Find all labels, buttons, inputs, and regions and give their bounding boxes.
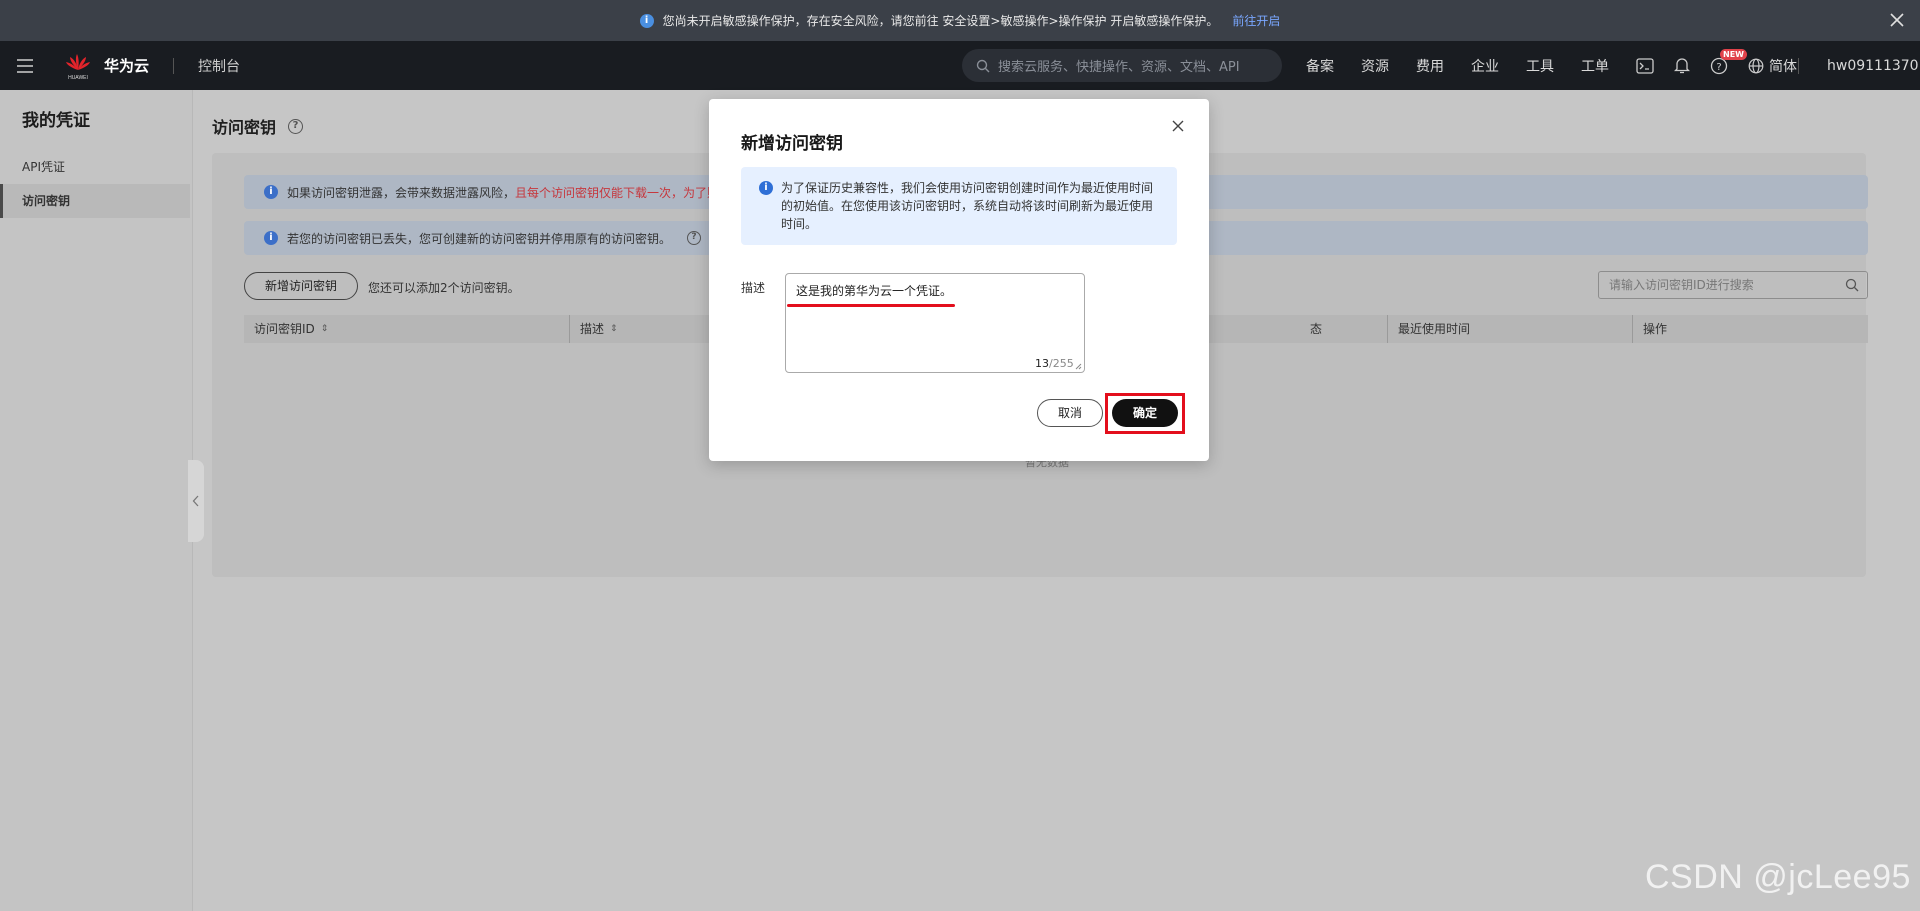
- search-placeholder: 搜索云服务、快捷操作、资源、文档、API: [998, 60, 1240, 75]
- alert1-red-text: 且每个访问密钥仅能下载一次，为了账: [515, 185, 720, 200]
- resize-grip-icon[interactable]: [1075, 363, 1082, 370]
- close-icon[interactable]: [1171, 119, 1185, 133]
- info-icon: i: [264, 231, 278, 245]
- column-label: 描述: [580, 322, 605, 336]
- huawei-logo[interactable]: HUAWEI 华为云: [62, 50, 149, 82]
- security-warning-banner: i 您尚未开启敏感操作保护，存在安全风险，请您前往 安全设置>敏感操作>操作保护…: [0, 0, 1920, 41]
- new-badge: NEW: [1720, 48, 1747, 60]
- description-label: 描述: [741, 281, 766, 295]
- sidebar-item-api-credentials[interactable]: API凭证: [0, 150, 190, 184]
- search-icon: [976, 59, 990, 73]
- header-divider-user: [1798, 58, 1799, 74]
- page-title-text: 访问密钥: [212, 118, 277, 137]
- console-link[interactable]: 控制台: [198, 56, 240, 76]
- terminal-icon[interactable]: [1636, 57, 1654, 74]
- help-icon[interactable]: ? NEW: [1710, 48, 1747, 75]
- search-placeholder: 请输入访问密钥ID进行搜索: [1609, 278, 1754, 292]
- add-hint: 您还可以添加2个访问密钥。: [368, 281, 520, 295]
- menu-icon[interactable]: [16, 58, 34, 73]
- nav-tools[interactable]: 工具: [1526, 56, 1554, 76]
- access-key-search-input[interactable]: 请输入访问密钥ID进行搜索: [1598, 271, 1868, 299]
- question-icon[interactable]: ?: [687, 231, 702, 245]
- column-actions: 操作: [1632, 315, 1868, 343]
- sidebar: 我的凭证 API凭证 访问密钥: [0, 90, 193, 911]
- question-icon[interactable]: ?: [288, 118, 304, 134]
- sidebar-collapse-handle[interactable]: [188, 460, 204, 542]
- highlight-underline: [787, 304, 955, 307]
- page-title: 访问密钥 ?: [212, 114, 304, 138]
- language-switch[interactable]: 简体: [1748, 56, 1797, 76]
- bell-icon[interactable]: [1674, 57, 1690, 74]
- sidebar-title: 我的凭证: [22, 111, 90, 131]
- highlight-frame: [1105, 393, 1185, 434]
- add-access-key-button[interactable]: 新增访问密钥: [244, 272, 358, 300]
- info-icon: i: [264, 185, 278, 199]
- chevron-left-icon: [192, 495, 199, 507]
- nav-billing[interactable]: 费用: [1416, 56, 1444, 76]
- huawei-flower-icon: HUAWEI: [62, 50, 94, 82]
- column-label: 态: [1310, 322, 1323, 336]
- language-label: 简体: [1769, 58, 1797, 75]
- nav-resources[interactable]: 资源: [1361, 56, 1389, 76]
- search-icon[interactable]: [1845, 278, 1859, 292]
- column-access-key-id[interactable]: 访问密钥ID ⇕: [244, 315, 569, 343]
- svg-text:?: ?: [1716, 62, 1721, 73]
- column-label: 最近使用时间: [1398, 322, 1471, 336]
- nav-beian[interactable]: 备案: [1306, 56, 1334, 76]
- csdn-watermark: CSDN @jcLee95: [1645, 858, 1911, 896]
- header-nav: 备案 资源 费用 企业 工具 工单 ? NEW 简体 hw09111370: [1306, 41, 1919, 90]
- char-count: 13: [1035, 357, 1049, 370]
- compatibility-info: i 为了保证历史兼容性，我们会使用访问密钥创建时间作为最近使用时间的初始值。在您…: [741, 167, 1177, 245]
- alert1-text: 如果访问密钥泄露，会带来数据泄露风险，: [287, 185, 516, 200]
- global-search-input[interactable]: 搜索云服务、快捷操作、资源、文档、API: [962, 49, 1282, 82]
- globe-icon: [1748, 58, 1764, 73]
- nav-tickets[interactable]: 工单: [1581, 56, 1609, 76]
- sidebar-item-access-keys[interactable]: 访问密钥: [0, 184, 190, 218]
- info-icon: i: [759, 181, 773, 195]
- info-icon: i: [639, 13, 654, 28]
- header-divider: [173, 57, 175, 74]
- column-last-used: 最近使用时间: [1387, 315, 1632, 343]
- logo-text: HUAWEI: [68, 75, 88, 81]
- sort-icon[interactable]: ⇕: [610, 315, 618, 343]
- add-access-key-dialog: 新增访问密钥 i 为了保证历史兼容性，我们会使用访问密钥创建时间作为最近使用时间…: [709, 99, 1209, 461]
- column-label: 访问密钥ID: [254, 322, 315, 336]
- dialog-title: 新增访问密钥: [741, 134, 843, 154]
- nav-enterprise[interactable]: 企业: [1471, 56, 1499, 76]
- user-account[interactable]: hw09111370: [1827, 58, 1919, 74]
- sort-icon[interactable]: ⇕: [321, 315, 329, 343]
- alert2-text: 若您的访问密钥已丢失，您可创建新的访问密钥并停用原有的访问密钥。: [287, 231, 672, 246]
- char-max: /255: [1049, 357, 1074, 370]
- cancel-button[interactable]: 取消: [1037, 399, 1103, 427]
- info-text: 为了保证历史兼容性，我们会使用访问密钥创建时间作为最近使用时间的初始值。在您使用…: [781, 181, 1154, 231]
- column-label: 操作: [1643, 322, 1668, 336]
- banner-message: 您尚未开启敏感操作保护，存在安全风险，请您前往 安全设置>敏感操作>操作保护 开…: [662, 14, 1219, 28]
- close-icon[interactable]: [1888, 11, 1906, 29]
- char-counter: 13/255: [1035, 357, 1074, 370]
- brand-name: 华为云: [104, 57, 150, 75]
- top-header: HUAWEI 华为云 控制台 搜索云服务、快捷操作、资源、文档、API 备案 资…: [0, 41, 1920, 90]
- enable-protection-link[interactable]: 前往开启: [1232, 12, 1280, 29]
